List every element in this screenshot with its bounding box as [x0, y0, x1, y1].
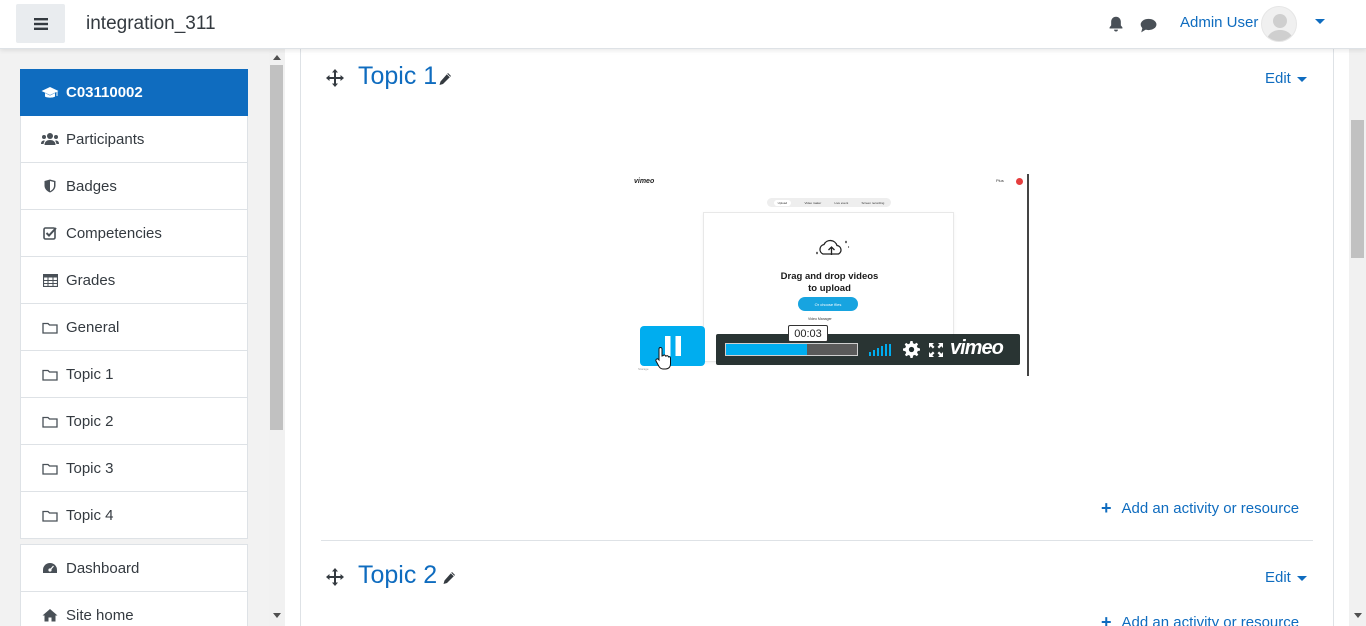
user-silhouette-icon — [1266, 14, 1294, 41]
sidebar-item-topic-1[interactable]: Topic 1 — [20, 351, 248, 398]
site-name[interactable]: integration_311 — [86, 13, 216, 35]
cloud-upload-icon — [816, 239, 850, 255]
shield-icon — [41, 178, 59, 194]
section-title[interactable]: Topic 1 — [358, 62, 437, 91]
folder-icon — [41, 366, 59, 382]
folder-icon — [41, 319, 59, 335]
video-progress-bar[interactable] — [725, 343, 858, 356]
video-progress-fill — [726, 344, 808, 355]
pause-button[interactable] — [640, 326, 705, 366]
caret-down-icon — [1296, 575, 1307, 581]
video-tab: Screen recording — [861, 200, 885, 205]
sidebar-item-label: Topic 3 — [66, 459, 114, 477]
add-activity-label: Add an activity or resource — [1121, 614, 1300, 626]
menu-toggle-button[interactable] — [16, 4, 65, 43]
video-logo: vimeo — [634, 178, 655, 185]
sidebar-item-label: C03110002 — [66, 84, 143, 101]
dashboard-icon — [41, 560, 59, 576]
video-footer-text: Storage — [638, 367, 649, 371]
sidebar-item-grades[interactable]: Grades — [20, 257, 248, 304]
sidebar-item-competencies[interactable]: Competencies — [20, 210, 248, 257]
video-plan-badge: Plus — [996, 178, 1004, 183]
sidebar-item-label: Grades — [66, 271, 116, 289]
sidebar-item-label: General — [66, 318, 120, 336]
hand-cursor-icon — [655, 347, 671, 370]
avatar[interactable] — [1261, 6, 1297, 42]
sidebar-item-label: Topic 1 — [66, 365, 114, 383]
pencil-icon[interactable] — [442, 571, 456, 585]
folder-icon — [41, 460, 59, 476]
edit-label: Edit — [1265, 70, 1291, 87]
page-scrollbar-thumb[interactable] — [1351, 120, 1364, 258]
folder-icon — [41, 413, 59, 429]
sidebar-item-label: Topic 4 — [66, 506, 114, 524]
sidebar-item-topic-3[interactable]: Topic 3 — [20, 445, 248, 492]
table-icon — [41, 272, 59, 288]
sidebar-item-label: Site home — [66, 606, 134, 624]
chat-icon[interactable] — [1139, 16, 1157, 34]
move-icon[interactable] — [326, 69, 344, 87]
video-notification-dot — [1016, 178, 1023, 185]
check-square-icon — [41, 225, 59, 241]
section-divider — [321, 540, 1313, 541]
sidebar-item-dashboard[interactable]: Dashboard — [20, 545, 248, 592]
user-name[interactable]: Admin User — [1180, 14, 1258, 31]
sidebar-item-participants[interactable]: Participants — [20, 116, 248, 163]
sidebar-item-badges[interactable]: Badges — [20, 163, 248, 210]
sidebar-item-label: Badges — [66, 177, 117, 195]
move-icon[interactable] — [326, 568, 344, 586]
volume-icon[interactable] — [869, 344, 891, 356]
graduation-cap-icon — [41, 85, 59, 101]
video-tab: Upload — [773, 199, 792, 206]
edit-menu[interactable]: Edit — [1265, 70, 1307, 87]
sidebar-item-label: Participants — [66, 130, 145, 148]
plus-icon: + — [1101, 498, 1112, 518]
video-heading-line: to upload — [808, 283, 851, 294]
drawer-scrollbar-thumb[interactable] — [270, 65, 283, 430]
video-tabs: Upload Video maker Live event Screen rec… — [767, 198, 891, 207]
bell-icon[interactable] — [1107, 15, 1125, 33]
page-scroll-down-icon[interactable] — [1354, 613, 1362, 618]
caret-down-icon — [1296, 76, 1307, 82]
add-activity-button[interactable]: + Add an activity or resource — [1101, 498, 1299, 519]
vimeo-brand-link[interactable]: vimeo — [950, 337, 1004, 360]
add-activity-button[interactable]: + Add an activity or resource — [1101, 612, 1299, 626]
fullscreen-icon[interactable] — [929, 343, 943, 357]
video-manager-label: Video Manager — [808, 317, 832, 321]
edit-menu[interactable]: Edit — [1265, 569, 1307, 586]
sidebar-item-label: Competencies — [66, 224, 162, 242]
drawer-scroll-down-icon[interactable] — [273, 613, 281, 618]
video-upload-heading: Drag and drop videos to upload — [704, 271, 955, 295]
top-navbar: integration_311 Admin User — [0, 0, 1366, 49]
sidebar-item-site-home[interactable]: Site home — [20, 592, 248, 626]
home-icon — [41, 607, 59, 623]
pencil-icon[interactable] — [438, 72, 452, 86]
course-nav-list: C03110002 Participants Badges Competenci… — [20, 69, 248, 539]
sidebar-item-label: Topic 2 — [66, 412, 114, 430]
sidebar-item-general[interactable]: General — [20, 304, 248, 351]
user-menu-caret-icon[interactable] — [1315, 19, 1325, 24]
section-title[interactable]: Topic 2 — [358, 561, 437, 590]
video-tab: Video maker — [804, 200, 822, 205]
plus-icon: + — [1101, 612, 1112, 626]
site-nav-list: Dashboard Site home — [20, 544, 248, 626]
settings-gear-icon[interactable] — [903, 341, 920, 358]
drawer-scroll-up-icon[interactable] — [273, 55, 281, 60]
video-control-bar: vimeo — [716, 334, 1020, 365]
edit-label: Edit — [1265, 569, 1291, 586]
hamburger-icon — [33, 17, 48, 30]
sidebar-item-course[interactable]: C03110002 — [20, 69, 248, 116]
folder-icon — [41, 507, 59, 523]
sidebar-item-topic-2[interactable]: Topic 2 — [20, 398, 248, 445]
video-choose-files-button: Or choose files — [798, 297, 858, 311]
add-activity-label: Add an activity or resource — [1121, 500, 1300, 517]
users-icon — [41, 131, 59, 147]
sidebar-item-label: Dashboard — [66, 559, 140, 577]
sidebar-item-topic-4[interactable]: Topic 4 — [20, 492, 248, 539]
video-heading-line: Drag and drop videos — [780, 271, 879, 282]
video-tab: Live event — [834, 200, 849, 205]
video-time-tooltip: 00:03 — [788, 325, 828, 342]
